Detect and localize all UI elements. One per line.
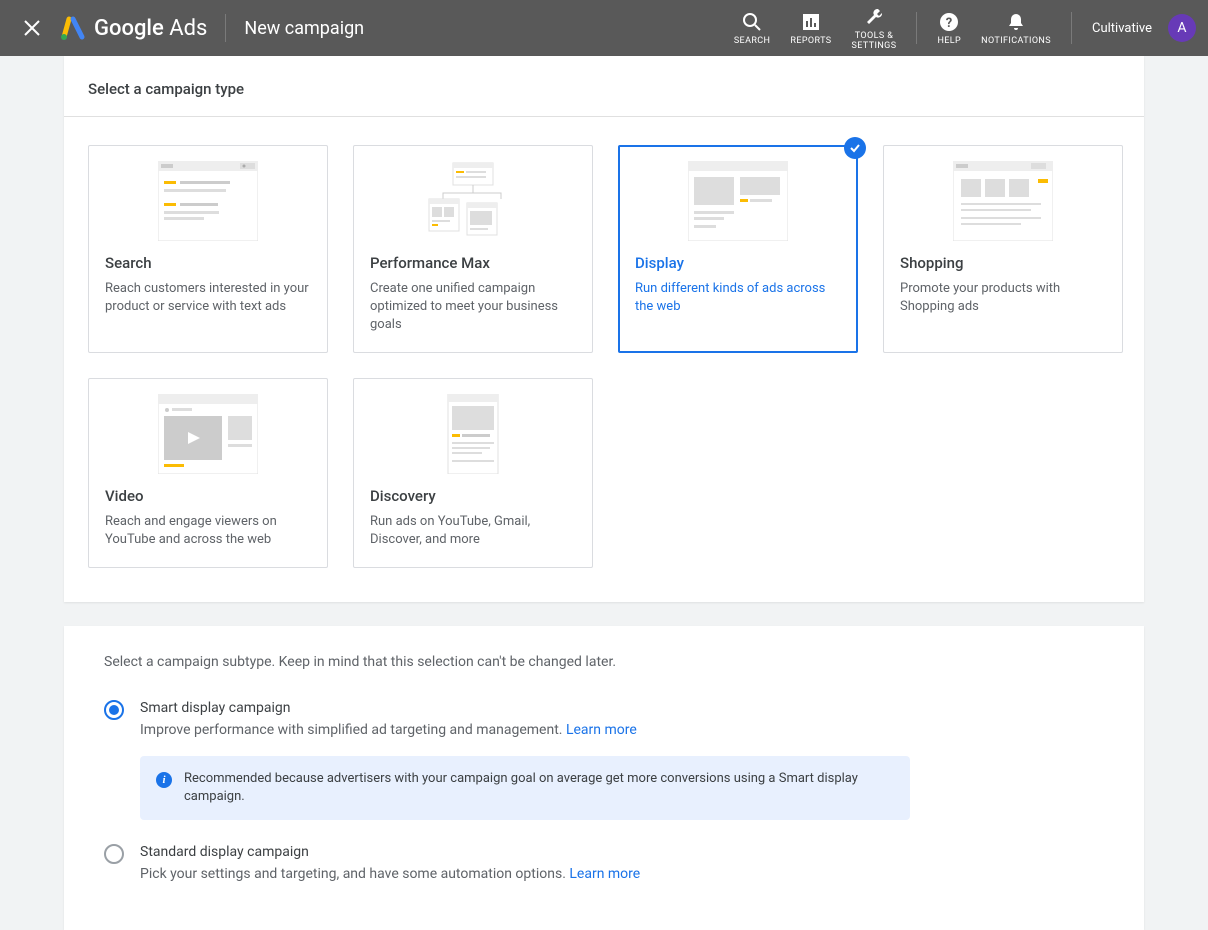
tools-label: TOOLS &SETTINGS — [852, 31, 897, 51]
thumb-discovery — [370, 393, 576, 475]
card-desc: Reach and engage viewers on YouTube and … — [105, 513, 311, 549]
radio-button-smart[interactable] — [104, 700, 124, 720]
card-desc: Create one unified campaign optimized to… — [370, 280, 576, 334]
radio-standard-display[interactable]: Standard display campaign Pick your sett… — [104, 844, 1104, 882]
card-discovery[interactable]: Discovery Run ads on YouTube, Gmail, Dis… — [353, 378, 593, 568]
google-ads-logo: Google Ads — [60, 15, 207, 41]
card-shopping[interactable]: Shopping Promote your products with Shop… — [883, 145, 1123, 353]
card-title: Shopping — [900, 254, 1106, 272]
campaign-type-grid: Search Reach customers interested in you… — [64, 117, 1144, 602]
radio-button-standard[interactable] — [104, 844, 124, 864]
search-label: SEARCH — [734, 36, 771, 46]
notifications-label: NOTIFICATIONS — [981, 36, 1051, 46]
avatar[interactable]: A — [1168, 14, 1196, 42]
learn-more-link[interactable]: Learn more — [569, 866, 640, 882]
app-header: Google Ads New campaign SEARCH REPORTS T… — [0, 0, 1208, 56]
card-title: Discovery — [370, 487, 576, 505]
card-desc: Run different kinds of ads across the we… — [635, 280, 841, 316]
card-desc: Promote your products with Shopping ads — [900, 280, 1106, 316]
panel-title: Select a campaign type — [64, 56, 1144, 117]
header-divider-3 — [1071, 12, 1072, 44]
card-title: Video — [105, 487, 311, 505]
thumb-search — [105, 160, 311, 242]
account-name[interactable]: Cultivative — [1092, 21, 1152, 36]
radio-desc: Improve performance with simplified ad t… — [140, 722, 1104, 738]
learn-more-link[interactable]: Learn more — [566, 722, 637, 738]
card-title: Performance Max — [370, 254, 576, 272]
close-button[interactable] — [12, 8, 52, 48]
card-video[interactable]: Video Reach and engage viewers on YouTub… — [88, 378, 328, 568]
header-divider-2 — [916, 12, 917, 44]
close-icon — [23, 19, 41, 37]
help-tool[interactable]: ? HELP — [927, 10, 971, 46]
thumb-display — [635, 160, 841, 242]
campaign-type-panel: Select a campaign type Search Reach cust… — [64, 56, 1144, 602]
info-icon: i — [156, 772, 172, 788]
search-tool[interactable]: SEARCH — [724, 10, 781, 46]
card-title: Search — [105, 254, 311, 272]
wrench-icon — [864, 7, 884, 27]
thumb-video — [105, 393, 311, 475]
card-desc: Run ads on YouTube, Gmail, Discover, and… — [370, 513, 576, 549]
reports-icon — [801, 12, 821, 32]
radio-title: Standard display campaign — [140, 844, 1104, 860]
selected-checkmark — [844, 137, 866, 159]
search-icon — [742, 12, 762, 32]
header-divider — [225, 14, 226, 42]
radio-smart-display[interactable]: Smart display campaign Improve performan… — [104, 700, 1104, 738]
reports-label: REPORTS — [790, 36, 831, 46]
help-label: HELP — [937, 36, 961, 46]
info-box: i Recommended because advertisers with y… — [140, 756, 910, 820]
svg-text:?: ? — [946, 16, 952, 31]
logo-text: Google Ads — [94, 16, 207, 41]
help-icon: ? — [939, 12, 959, 32]
bell-icon — [1006, 12, 1026, 32]
radio-desc: Pick your settings and targeting, and ha… — [140, 866, 1104, 882]
campaign-subtype-panel: Select a campaign subtype. Keep in mind … — [64, 626, 1144, 930]
card-desc: Reach customers interested in your produ… — [105, 280, 311, 316]
thumb-pmax — [370, 160, 576, 242]
card-performance-max[interactable]: Performance Max Create one unified campa… — [353, 145, 593, 353]
ads-logo-icon — [60, 15, 86, 41]
radio-title: Smart display campaign — [140, 700, 1104, 716]
notifications-tool[interactable]: NOTIFICATIONS — [971, 10, 1061, 46]
card-search[interactable]: Search Reach customers interested in you… — [88, 145, 328, 353]
check-icon — [849, 142, 861, 154]
card-display[interactable]: Display Run different kinds of ads acros… — [618, 145, 858, 353]
tools-settings-tool[interactable]: TOOLS &SETTINGS — [842, 5, 907, 51]
thumb-shopping — [900, 160, 1106, 242]
subtype-intro: Select a campaign subtype. Keep in mind … — [104, 654, 1104, 670]
page-title: New campaign — [244, 18, 364, 39]
reports-tool[interactable]: REPORTS — [780, 10, 841, 46]
card-title: Display — [635, 254, 841, 272]
info-text: Recommended because advertisers with you… — [184, 770, 894, 806]
